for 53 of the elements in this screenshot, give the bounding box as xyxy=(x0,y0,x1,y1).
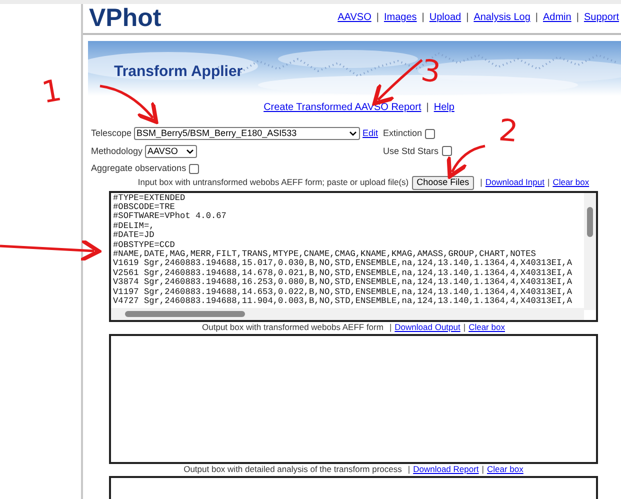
output-box[interactable] xyxy=(109,334,598,464)
separator: | xyxy=(547,176,550,189)
site-logo: VPhot xyxy=(89,6,162,31)
telescope-dropdown[interactable]: BSM_Berry5/BSM_Berry_E180_ASI533 xyxy=(134,127,360,140)
edit-link[interactable]: Edit xyxy=(362,127,378,140)
nav-link[interactable]: Support xyxy=(584,10,619,25)
vertical-scrollbar[interactable] xyxy=(584,192,596,310)
box-link[interactable]: Clear box xyxy=(468,321,505,334)
separator: | xyxy=(463,321,466,334)
annotation-arrow xyxy=(447,144,486,178)
annotation-arrow xyxy=(100,84,158,124)
separator: | xyxy=(576,11,579,25)
nav-link[interactable]: Images xyxy=(384,10,417,25)
caret-icon xyxy=(348,131,357,136)
box-link[interactable]: Clear box xyxy=(552,176,590,189)
box-caption: Output box with detailed analysis of the transform process xyxy=(184,463,402,476)
input-box[interactable]: #TYPE=EXTENDED #OBSCODE=TRE #SOFTWARE=VPhot 4.0.67 #DELIM=, #DATE=JD #OBSTYPE=CCD #NAME,DATE,MAG,MERR,FILT,TRANS,MTYPE,CNAME,CMAG,KNAME,KMAG,AMASS,GROUP,CHART,NOTES V1619 Sgr,2460883.194688,15.017,0.030,B,NO,STD,ENSEMBLE,na,124,13.140,1.1364,4,X40313EI,A V2561 Sgr,2460883.194688,14.678,0.021,B,NO,STD,ENSEMBLE,na,124,13.140,1.1364,4,X40313EI,A V3874 Sgr,2460883.194688,16.253,0.080,B,NO,STD,ENSEMBLE,na,124,13.140,1.1364,4,X40313EI,A V1197 Sgr,2460883.194688,14.653,0.022,B,NO,STD,ENSEMBLE,na,124,13.140,1.1364,4,X40313EI,A V4727 Sgr,2460883.194688,11.904,0.003,B,NO,STD,ENSEMBLE,na,124,13.140,1.1364,4,X40313EI,A xyxy=(109,190,598,322)
nav-link[interactable]: Admin xyxy=(543,10,572,25)
separator: | xyxy=(376,11,379,25)
option-label: Use Std Stars xyxy=(383,144,439,158)
separator: | xyxy=(408,463,410,476)
annotation-number: 1 xyxy=(39,73,64,111)
box-link[interactable]: Download Report xyxy=(413,463,479,476)
separator: | xyxy=(480,176,482,189)
page-title: Transform Applier xyxy=(114,62,243,82)
separator: | xyxy=(389,321,392,334)
box-link[interactable]: Clear box xyxy=(487,463,524,476)
action-link[interactable]: Help xyxy=(434,100,454,115)
methodology-dropdown[interactable]: AAVSO xyxy=(144,144,197,158)
annotation-number: 3 xyxy=(418,53,443,91)
nav-link[interactable]: Upload xyxy=(429,10,462,25)
caret-icon xyxy=(186,148,194,154)
box-caption: Output box with transformed webobs AEFF form xyxy=(202,321,384,334)
checkbox[interactable] xyxy=(425,128,436,139)
separator: | xyxy=(466,11,469,25)
checkbox[interactable] xyxy=(189,164,200,174)
box-link[interactable]: Download Input xyxy=(485,176,544,189)
separator: | xyxy=(535,11,538,25)
separator: | xyxy=(426,101,429,115)
separator: | xyxy=(422,11,424,25)
choose-files-button[interactable]: Choose Files xyxy=(412,176,474,190)
field-label: Telescope xyxy=(91,127,132,140)
horizontal-scrollbar[interactable] xyxy=(111,308,584,320)
nav-link[interactable]: AAVSO xyxy=(338,10,372,25)
annotation-number: 2 xyxy=(497,113,520,150)
box-link[interactable]: Download Output xyxy=(394,321,460,334)
box-caption: Input box with untransformed webobs AEFF form; paste or upload file(s) xyxy=(138,176,409,189)
option-label: Aggregate observations xyxy=(91,162,186,175)
checkbox[interactable] xyxy=(442,146,452,156)
nav-link[interactable]: Analysis Log xyxy=(474,10,530,25)
separator: | xyxy=(482,463,484,476)
option-label: Extinction xyxy=(383,127,422,140)
field-label: Methodology xyxy=(91,144,143,158)
